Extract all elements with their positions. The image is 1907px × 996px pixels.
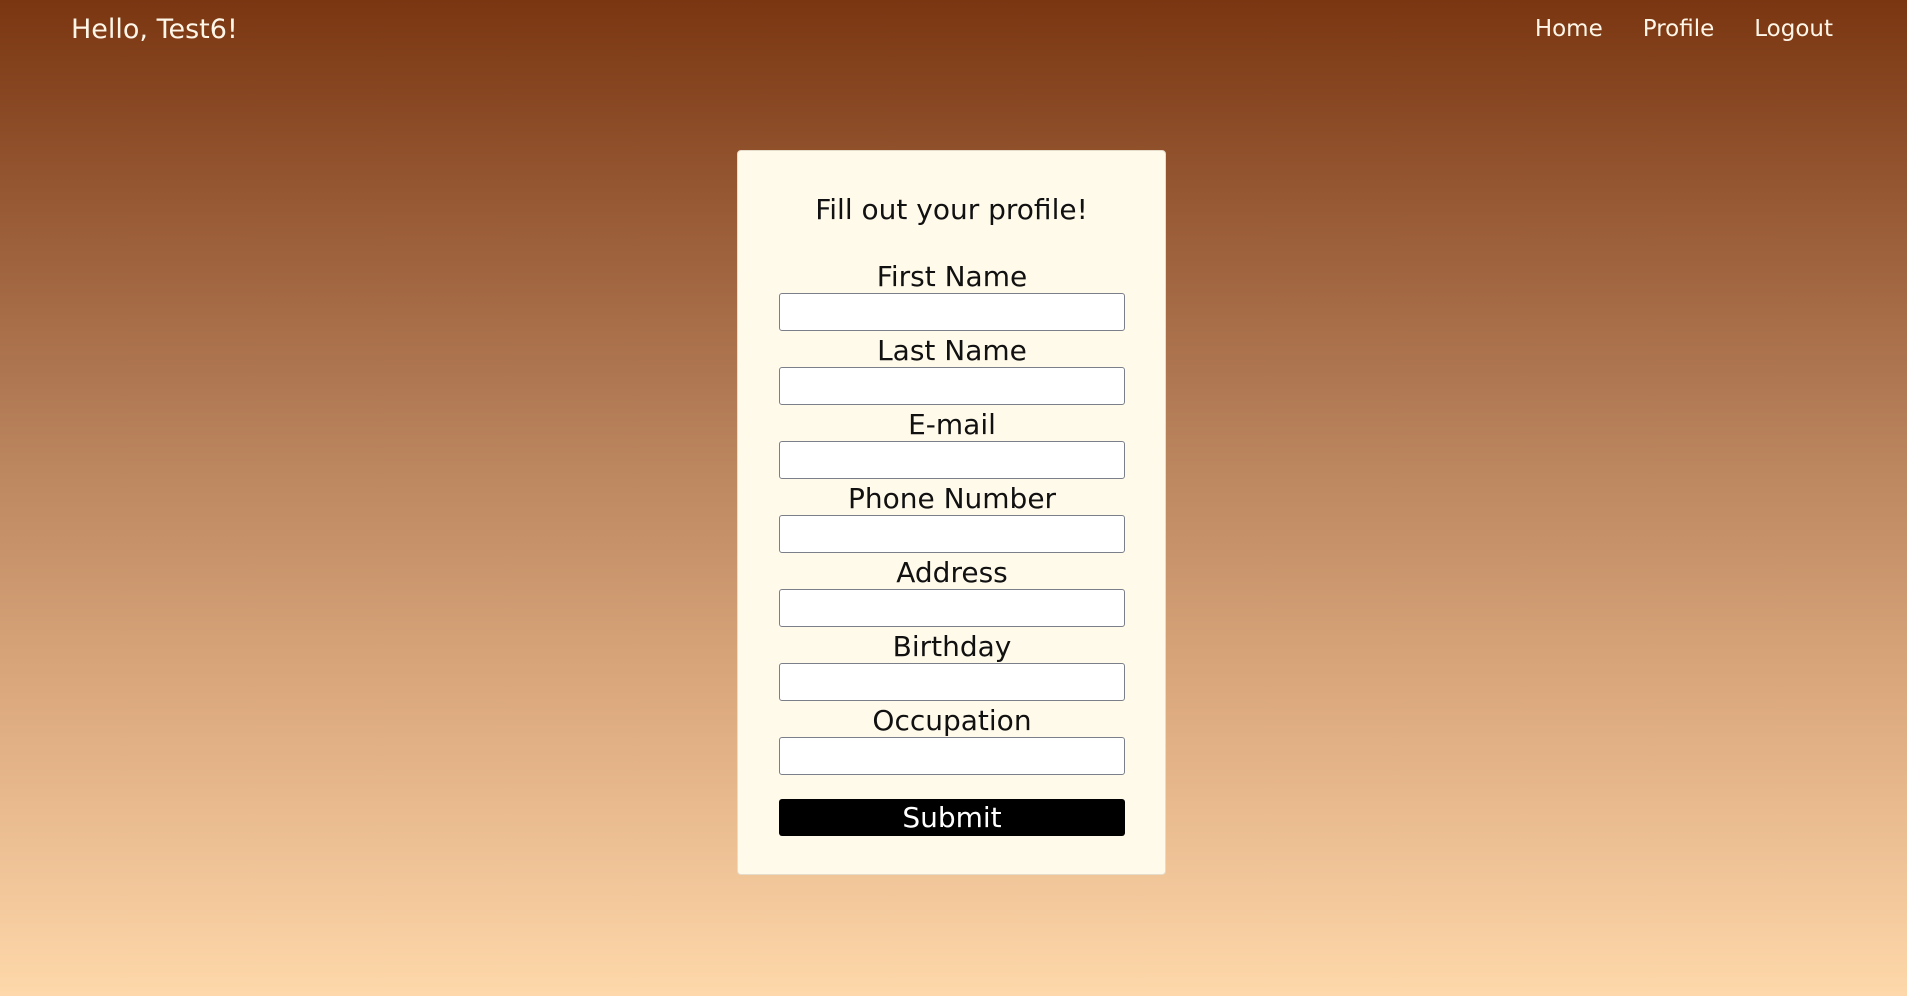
profile-form-card: Fill out your profile! First Name Last N… <box>737 150 1166 875</box>
occupation-label: Occupation <box>872 704 1032 737</box>
email-input[interactable] <box>779 441 1125 479</box>
first-name-input[interactable] <box>779 293 1125 331</box>
phone-number-input[interactable] <box>779 515 1125 553</box>
field-phone-number: Phone Number <box>779 483 1125 553</box>
nav-link-logout[interactable]: Logout <box>1754 16 1833 42</box>
field-occupation: Occupation <box>779 705 1125 775</box>
last-name-label: Last Name <box>877 334 1027 367</box>
address-label: Address <box>896 556 1008 589</box>
email-label: E-mail <box>908 408 996 441</box>
top-navbar: Hello, Test6! Home Profile Logout <box>0 0 1907 66</box>
field-first-name: First Name <box>779 261 1125 331</box>
phone-number-label: Phone Number <box>847 482 1057 515</box>
address-input[interactable] <box>779 589 1125 627</box>
form-title: Fill out your profile! <box>815 193 1088 226</box>
occupation-input[interactable] <box>779 737 1125 775</box>
field-last-name: Last Name <box>779 335 1125 405</box>
greeting-title: Hello, Test6! <box>71 14 238 45</box>
last-name-input[interactable] <box>779 367 1125 405</box>
nav-link-home[interactable]: Home <box>1535 16 1603 42</box>
birthday-input[interactable] <box>779 663 1125 701</box>
field-email: E-mail <box>779 409 1125 479</box>
first-name-label: First Name <box>876 260 1028 293</box>
nav-link-profile[interactable]: Profile <box>1643 16 1715 42</box>
birthday-label: Birthday <box>892 630 1012 663</box>
submit-button[interactable]: Submit <box>779 799 1125 836</box>
field-address: Address <box>779 557 1125 627</box>
field-birthday: Birthday <box>779 631 1125 701</box>
main-nav: Home Profile Logout <box>1535 16 1833 42</box>
